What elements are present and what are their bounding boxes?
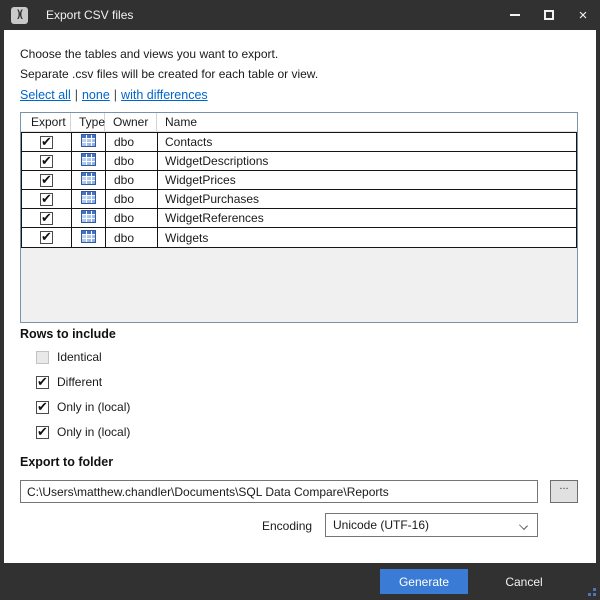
export-checkbox[interactable]: [40, 212, 53, 225]
footer-bar: Generate Cancel: [0, 563, 600, 600]
name-cell: WidgetReferences: [158, 209, 576, 227]
export-checkbox[interactable]: [40, 231, 53, 244]
row-filter-option: Only in (local): [36, 398, 130, 416]
intro-line-1: Choose the tables and views you want to …: [20, 47, 278, 61]
cancel-button[interactable]: Cancel: [492, 569, 556, 594]
intro-line-2: Separate .csv files will be created for …: [20, 67, 318, 81]
row-filter-option: Different: [36, 373, 130, 391]
minimize-icon: [510, 14, 520, 16]
encoding-label: Encoding: [262, 519, 312, 533]
export-to-folder-label: Export to folder: [20, 455, 113, 469]
rows-to-include-options: Identical Different Only in (local) Only in…: [36, 348, 130, 448]
filter-label: Only in (local): [57, 425, 130, 439]
export-csv-dialog: )( Export CSV files × Choose the tables …: [0, 0, 600, 600]
export-cell: [22, 190, 72, 208]
select-all-link[interactable]: Select all: [20, 88, 71, 102]
export-checkbox[interactable]: [40, 155, 53, 168]
filter-checkbox[interactable]: [36, 426, 49, 439]
table-icon: [81, 191, 96, 207]
row-filter-option: Identical: [36, 348, 130, 366]
owner-cell: dbo: [106, 209, 158, 227]
type-cell: [72, 190, 106, 208]
table-icon: [81, 134, 96, 150]
name-cell: WidgetPurchases: [158, 190, 576, 208]
tables-grid: Export Type Owner Name dboContactsdboWid…: [20, 112, 578, 323]
row-filter-option: Only in (local): [36, 423, 130, 441]
export-folder-input[interactable]: [20, 480, 538, 503]
link-separator: |: [75, 88, 78, 102]
name-cell: Contacts: [158, 133, 576, 151]
grid-body: dboContactsdboWidgetDescriptionsdboWidge…: [21, 132, 577, 248]
type-cell: [72, 228, 106, 247]
table-row[interactable]: dboWidgetPrices: [22, 171, 576, 190]
encoding-value: Unicode (UTF-16): [333, 518, 429, 532]
maximize-button[interactable]: [532, 0, 566, 30]
export-cell: [22, 133, 72, 151]
filter-checkbox[interactable]: [36, 376, 49, 389]
close-icon: ×: [579, 8, 588, 23]
name-cell: WidgetPrices: [158, 171, 576, 189]
table-icon: [81, 172, 96, 188]
encoding-dropdown[interactable]: Unicode (UTF-16): [325, 513, 538, 537]
name-cell: WidgetDescriptions: [158, 152, 576, 170]
export-cell: [22, 209, 72, 227]
table-row[interactable]: dboWidgetDescriptions: [22, 152, 576, 171]
filter-label: Only in (local): [57, 400, 130, 414]
minimize-button[interactable]: [498, 0, 532, 30]
filter-label: Different: [57, 375, 102, 389]
table-row[interactable]: dboWidgetPurchases: [22, 190, 576, 209]
owner-cell: dbo: [106, 171, 158, 189]
filter-checkbox[interactable]: [36, 401, 49, 414]
maximize-icon: [544, 10, 554, 20]
resize-grip[interactable]: [586, 586, 596, 596]
export-cell: [22, 171, 72, 189]
column-header-owner[interactable]: Owner: [105, 113, 157, 131]
owner-cell: dbo: [106, 152, 158, 170]
chevron-down-icon: [519, 521, 528, 530]
app-icon: )(: [11, 7, 28, 24]
link-separator: |: [114, 88, 117, 102]
type-cell: [72, 152, 106, 170]
export-checkbox[interactable]: [40, 174, 53, 187]
owner-cell: dbo: [106, 133, 158, 151]
table-icon: [81, 230, 96, 246]
type-cell: [72, 209, 106, 227]
type-cell: [72, 171, 106, 189]
selection-links: Select all | none | with differences: [20, 88, 208, 102]
close-button[interactable]: ×: [566, 0, 600, 30]
rows-to-include-label: Rows to include: [20, 327, 116, 341]
window-title: Export CSV files: [46, 8, 133, 22]
export-checkbox[interactable]: [40, 136, 53, 149]
table-row[interactable]: dboWidgets: [22, 228, 576, 247]
column-header-type[interactable]: Type: [71, 113, 105, 131]
filter-checkbox[interactable]: [36, 351, 49, 364]
column-header-name[interactable]: Name: [157, 113, 577, 131]
table-icon: [81, 210, 96, 226]
owner-cell: dbo: [106, 190, 158, 208]
export-cell: [22, 228, 72, 247]
dialog-body: Choose the tables and views you want to …: [4, 30, 596, 563]
export-checkbox[interactable]: [40, 193, 53, 206]
table-icon: [81, 153, 96, 169]
name-cell: Widgets: [158, 228, 576, 247]
grid-header: Export Type Owner Name: [21, 113, 577, 132]
generate-button[interactable]: Generate: [380, 569, 468, 594]
owner-cell: dbo: [106, 228, 158, 247]
table-row[interactable]: dboWidgetReferences: [22, 209, 576, 228]
table-row[interactable]: dboContacts: [22, 133, 576, 152]
type-cell: [72, 133, 106, 151]
title-bar: )( Export CSV files ×: [0, 0, 600, 30]
with-differences-link[interactable]: with differences: [121, 88, 208, 102]
column-header-export[interactable]: Export: [21, 113, 71, 131]
filter-label: Identical: [57, 350, 102, 364]
browse-folder-button[interactable]: ...: [550, 480, 578, 503]
select-none-link[interactable]: none: [82, 88, 110, 102]
export-cell: [22, 152, 72, 170]
